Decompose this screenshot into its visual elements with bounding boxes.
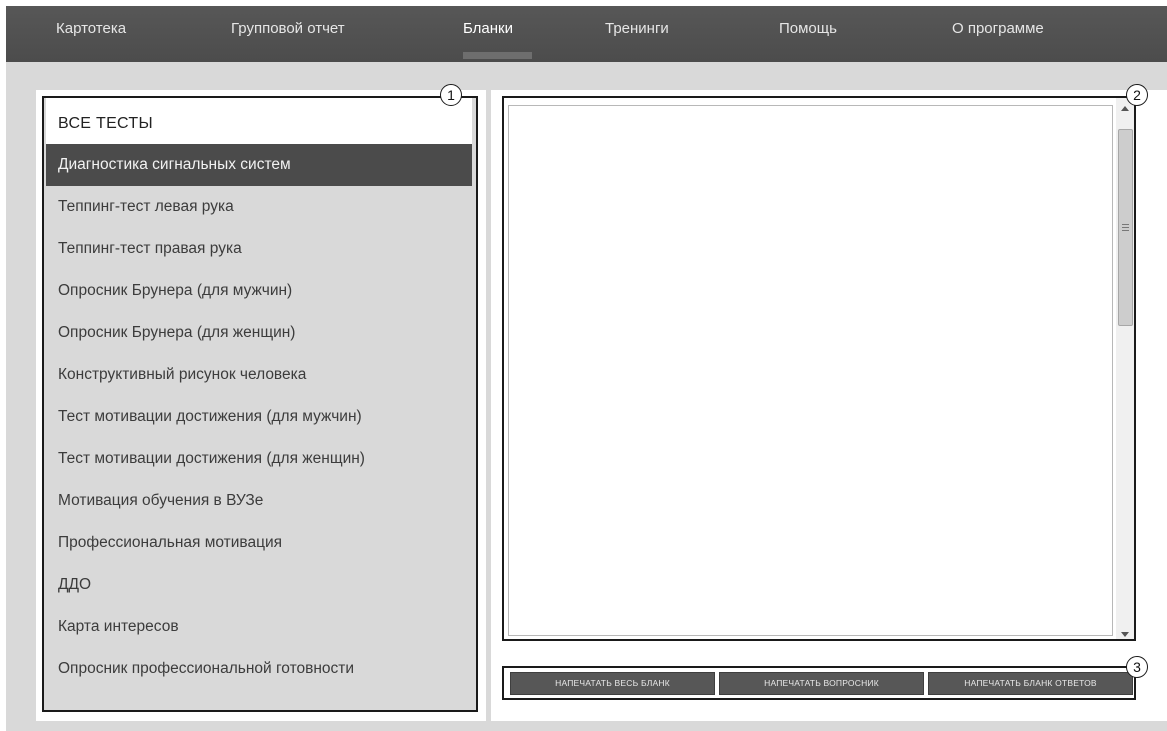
tests-list: ВСЕ ТЕСТЫ Диагностика сигнальных систем … bbox=[42, 96, 478, 712]
test-item[interactable]: ДДО bbox=[46, 564, 472, 606]
nav-kartoteka[interactable]: Картотека bbox=[56, 6, 126, 62]
form-preview-content bbox=[508, 105, 1113, 636]
callout-3-marker: 3 bbox=[1126, 656, 1148, 678]
test-item[interactable]: Теппинг-тест правая рука bbox=[46, 228, 472, 270]
test-item-label: Теппинг-тест левая рука bbox=[58, 198, 234, 215]
test-item[interactable]: Профессиональная мотивация bbox=[46, 522, 472, 564]
app-window: Картотека Групповой отчет Бланки Тренинг… bbox=[6, 6, 1167, 731]
active-tab-indicator bbox=[463, 52, 532, 59]
nav-group-report[interactable]: Групповой отчет bbox=[231, 6, 345, 62]
test-item[interactable]: Тест мотивации достижения (для мужчин) bbox=[46, 396, 472, 438]
test-item-label: Мотивация обучения в ВУЗе bbox=[58, 492, 264, 509]
test-item-label: ДДО bbox=[58, 576, 92, 593]
test-item-label: Конструктивный рисунок человека bbox=[58, 366, 307, 383]
print-all-button[interactable]: НАПЕЧАТАТЬ ВЕСЬ БЛАНК bbox=[510, 672, 715, 695]
all-tests-header[interactable]: ВСЕ ТЕСТЫ bbox=[46, 98, 472, 144]
test-item-label: Теппинг-тест правая рука bbox=[58, 240, 242, 257]
nav-trainings[interactable]: Тренинги bbox=[605, 6, 669, 62]
test-item-label: Опросник Брунера (для мужчин) bbox=[58, 282, 293, 299]
callout-1-marker: 1 bbox=[440, 84, 462, 106]
callout-2-marker: 2 bbox=[1126, 84, 1148, 106]
test-item-label: Тест мотивации достижения (для мужчин) bbox=[58, 408, 362, 425]
form-preview bbox=[502, 96, 1136, 641]
top-navigation: Картотека Групповой отчет Бланки Тренинг… bbox=[6, 6, 1167, 62]
scroll-thumb[interactable] bbox=[1118, 129, 1133, 326]
test-item-label: Карта интересов bbox=[58, 618, 179, 635]
test-item[interactable]: Мотивация обучения в ВУЗе bbox=[46, 480, 472, 522]
test-item-label: Опросник профессиональной готовности bbox=[58, 660, 355, 677]
test-item[interactable]: Тест мотивации достижения (для женщин) bbox=[46, 438, 472, 480]
test-item-label: Опросник Брунера (для женщин) bbox=[58, 324, 296, 341]
test-item[interactable]: Опросник Брунера (для мужчин) bbox=[46, 270, 472, 312]
test-item-label: Диагностика сигнальных систем bbox=[58, 156, 291, 173]
preview-panel: 2 НАПЕЧАТАТЬ ВЕСЬ БЛАНК НАПЕЧАТАТЬ ВОПРО… bbox=[491, 84, 1167, 721]
tests-panel: ВСЕ ТЕСТЫ Диагностика сигнальных систем … bbox=[36, 84, 486, 721]
test-item[interactable]: Карта интересов bbox=[46, 606, 472, 648]
test-item-label: Тест мотивации достижения (для женщин) bbox=[58, 450, 365, 467]
all-tests-label: ВСЕ ТЕСТЫ bbox=[58, 115, 153, 132]
nav-help[interactable]: Помощь bbox=[779, 6, 837, 62]
test-item[interactable]: Конструктивный рисунок человека bbox=[46, 354, 472, 396]
print-answers-button[interactable]: НАПЕЧАТАТЬ БЛАНК ОТВЕТОВ bbox=[928, 672, 1133, 695]
scroll-down-arrow-icon[interactable] bbox=[1121, 632, 1129, 637]
grip-icon bbox=[1122, 224, 1129, 231]
print-questionnaire-button[interactable]: НАПЕЧАТАТЬ ВОПРОСНИК bbox=[719, 672, 924, 695]
scroll-up-arrow-icon[interactable] bbox=[1121, 106, 1129, 111]
print-buttons-bar: НАПЕЧАТАТЬ ВЕСЬ БЛАНК НАПЕЧАТАТЬ ВОПРОСН… bbox=[502, 666, 1136, 700]
test-item[interactable]: Диагностика сигнальных систем bbox=[46, 144, 472, 186]
test-item-label: Профессиональная мотивация bbox=[58, 534, 283, 551]
nav-about[interactable]: О программе bbox=[952, 6, 1044, 62]
test-item[interactable]: Опросник профессиональной готовности bbox=[46, 648, 472, 690]
test-item[interactable]: Опросник Брунера (для женщин) bbox=[46, 312, 472, 354]
vertical-scrollbar[interactable] bbox=[1116, 98, 1134, 639]
test-item[interactable]: Теппинг-тест левая рука bbox=[46, 186, 472, 228]
